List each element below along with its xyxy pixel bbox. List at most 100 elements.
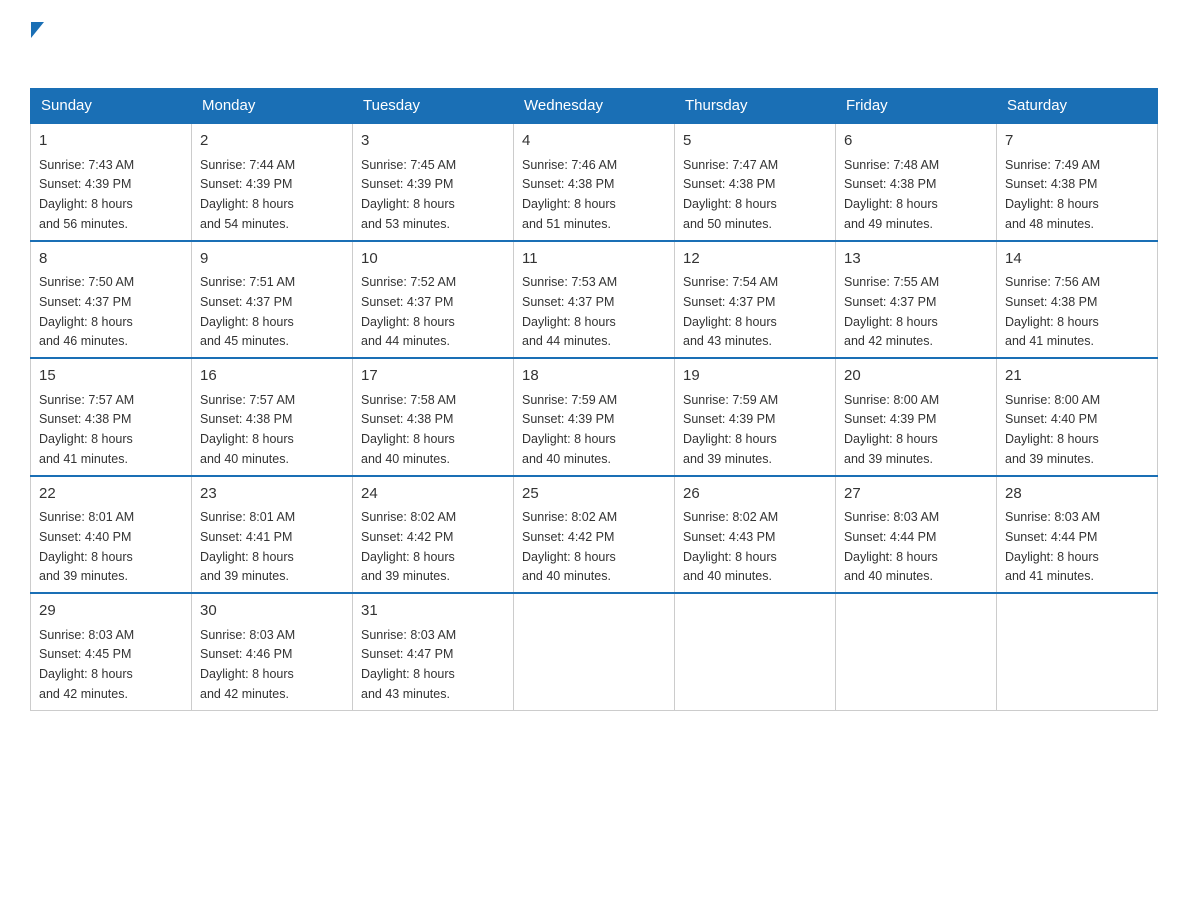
logo-arrow-icon — [31, 22, 44, 38]
calendar-table: SundayMondayTuesdayWednesdayThursdayFrid… — [30, 88, 1158, 711]
day-number: 18 — [522, 365, 666, 388]
calendar-cell: 23 Sunrise: 8:01 AMSunset: 4:41 PMDaylig… — [192, 476, 353, 594]
day-info: Sunrise: 7:58 AMSunset: 4:38 PMDaylight:… — [361, 393, 456, 466]
day-info: Sunrise: 8:03 AMSunset: 4:44 PMDaylight:… — [1005, 510, 1100, 583]
day-info: Sunrise: 7:57 AMSunset: 4:38 PMDaylight:… — [39, 393, 134, 466]
day-info: Sunrise: 8:02 AMSunset: 4:42 PMDaylight:… — [361, 510, 456, 583]
week-row-5: 29 Sunrise: 8:03 AMSunset: 4:45 PMDaylig… — [31, 593, 1158, 710]
calendar-cell: 11 Sunrise: 7:53 AMSunset: 4:37 PMDaylig… — [514, 241, 675, 359]
calendar-cell: 31 Sunrise: 8:03 AMSunset: 4:47 PMDaylig… — [353, 593, 514, 710]
calendar-cell — [997, 593, 1158, 710]
week-row-4: 22 Sunrise: 8:01 AMSunset: 4:40 PMDaylig… — [31, 476, 1158, 594]
day-info: Sunrise: 7:44 AMSunset: 4:39 PMDaylight:… — [200, 158, 295, 231]
day-number: 19 — [683, 365, 827, 388]
day-info: Sunrise: 8:02 AMSunset: 4:42 PMDaylight:… — [522, 510, 617, 583]
day-info: Sunrise: 7:56 AMSunset: 4:38 PMDaylight:… — [1005, 275, 1100, 348]
calendar-body: 1 Sunrise: 7:43 AMSunset: 4:39 PMDayligh… — [31, 123, 1158, 710]
calendar-cell — [836, 593, 997, 710]
day-number: 10 — [361, 248, 505, 271]
calendar-cell: 5 Sunrise: 7:47 AMSunset: 4:38 PMDayligh… — [675, 123, 836, 241]
header-row: SundayMondayTuesdayWednesdayThursdayFrid… — [31, 89, 1158, 124]
day-number: 25 — [522, 483, 666, 506]
calendar-cell: 16 Sunrise: 7:57 AMSunset: 4:38 PMDaylig… — [192, 358, 353, 476]
day-info: Sunrise: 7:50 AMSunset: 4:37 PMDaylight:… — [39, 275, 134, 348]
calendar-cell: 21 Sunrise: 8:00 AMSunset: 4:40 PMDaylig… — [997, 358, 1158, 476]
day-info: Sunrise: 8:01 AMSunset: 4:41 PMDaylight:… — [200, 510, 295, 583]
day-number: 24 — [361, 483, 505, 506]
day-number: 29 — [39, 600, 183, 623]
day-number: 22 — [39, 483, 183, 506]
calendar-cell: 7 Sunrise: 7:49 AMSunset: 4:38 PMDayligh… — [997, 123, 1158, 241]
column-header-wednesday: Wednesday — [514, 89, 675, 124]
calendar-cell: 2 Sunrise: 7:44 AMSunset: 4:39 PMDayligh… — [192, 123, 353, 241]
day-number: 4 — [522, 130, 666, 153]
day-info: Sunrise: 7:51 AMSunset: 4:37 PMDaylight:… — [200, 275, 295, 348]
day-number: 6 — [844, 130, 988, 153]
column-header-saturday: Saturday — [997, 89, 1158, 124]
logo-blue-text — [30, 36, 32, 67]
calendar-cell: 10 Sunrise: 7:52 AMSunset: 4:37 PMDaylig… — [353, 241, 514, 359]
week-row-3: 15 Sunrise: 7:57 AMSunset: 4:38 PMDaylig… — [31, 358, 1158, 476]
column-header-monday: Monday — [192, 89, 353, 124]
calendar-cell: 8 Sunrise: 7:50 AMSunset: 4:37 PMDayligh… — [31, 241, 192, 359]
day-info: Sunrise: 8:02 AMSunset: 4:43 PMDaylight:… — [683, 510, 778, 583]
calendar-cell: 20 Sunrise: 8:00 AMSunset: 4:39 PMDaylig… — [836, 358, 997, 476]
day-info: Sunrise: 7:59 AMSunset: 4:39 PMDaylight:… — [683, 393, 778, 466]
day-info: Sunrise: 7:53 AMSunset: 4:37 PMDaylight:… — [522, 275, 617, 348]
day-number: 27 — [844, 483, 988, 506]
logo — [30, 20, 44, 68]
calendar-cell: 17 Sunrise: 7:58 AMSunset: 4:38 PMDaylig… — [353, 358, 514, 476]
day-info: Sunrise: 8:03 AMSunset: 4:46 PMDaylight:… — [200, 628, 295, 701]
calendar-cell: 4 Sunrise: 7:46 AMSunset: 4:38 PMDayligh… — [514, 123, 675, 241]
day-number: 8 — [39, 248, 183, 271]
day-number: 14 — [1005, 248, 1149, 271]
day-info: Sunrise: 7:57 AMSunset: 4:38 PMDaylight:… — [200, 393, 295, 466]
day-info: Sunrise: 8:01 AMSunset: 4:40 PMDaylight:… — [39, 510, 134, 583]
calendar-cell: 6 Sunrise: 7:48 AMSunset: 4:38 PMDayligh… — [836, 123, 997, 241]
day-info: Sunrise: 8:03 AMSunset: 4:45 PMDaylight:… — [39, 628, 134, 701]
day-info: Sunrise: 8:03 AMSunset: 4:47 PMDaylight:… — [361, 628, 456, 701]
day-number: 9 — [200, 248, 344, 271]
calendar-cell: 28 Sunrise: 8:03 AMSunset: 4:44 PMDaylig… — [997, 476, 1158, 594]
day-info: Sunrise: 7:55 AMSunset: 4:37 PMDaylight:… — [844, 275, 939, 348]
day-number: 1 — [39, 130, 183, 153]
day-number: 16 — [200, 365, 344, 388]
calendar-cell: 24 Sunrise: 8:02 AMSunset: 4:42 PMDaylig… — [353, 476, 514, 594]
column-header-thursday: Thursday — [675, 89, 836, 124]
day-number: 23 — [200, 483, 344, 506]
calendar-cell: 27 Sunrise: 8:03 AMSunset: 4:44 PMDaylig… — [836, 476, 997, 594]
calendar-cell — [675, 593, 836, 710]
day-number: 20 — [844, 365, 988, 388]
page-header — [30, 20, 1158, 68]
day-number: 30 — [200, 600, 344, 623]
calendar-cell: 19 Sunrise: 7:59 AMSunset: 4:39 PMDaylig… — [675, 358, 836, 476]
column-header-sunday: Sunday — [31, 89, 192, 124]
calendar-cell: 15 Sunrise: 7:57 AMSunset: 4:38 PMDaylig… — [31, 358, 192, 476]
calendar-cell — [514, 593, 675, 710]
day-number: 13 — [844, 248, 988, 271]
column-header-friday: Friday — [836, 89, 997, 124]
calendar-cell: 25 Sunrise: 8:02 AMSunset: 4:42 PMDaylig… — [514, 476, 675, 594]
day-info: Sunrise: 7:46 AMSunset: 4:38 PMDaylight:… — [522, 158, 617, 231]
day-info: Sunrise: 8:03 AMSunset: 4:44 PMDaylight:… — [844, 510, 939, 583]
day-number: 28 — [1005, 483, 1149, 506]
calendar-cell: 3 Sunrise: 7:45 AMSunset: 4:39 PMDayligh… — [353, 123, 514, 241]
calendar-cell: 26 Sunrise: 8:02 AMSunset: 4:43 PMDaylig… — [675, 476, 836, 594]
day-info: Sunrise: 7:49 AMSunset: 4:38 PMDaylight:… — [1005, 158, 1100, 231]
week-row-1: 1 Sunrise: 7:43 AMSunset: 4:39 PMDayligh… — [31, 123, 1158, 241]
day-info: Sunrise: 8:00 AMSunset: 4:39 PMDaylight:… — [844, 393, 939, 466]
day-number: 12 — [683, 248, 827, 271]
column-header-tuesday: Tuesday — [353, 89, 514, 124]
day-number: 3 — [361, 130, 505, 153]
day-info: Sunrise: 7:47 AMSunset: 4:38 PMDaylight:… — [683, 158, 778, 231]
day-info: Sunrise: 7:48 AMSunset: 4:38 PMDaylight:… — [844, 158, 939, 231]
calendar-cell: 18 Sunrise: 7:59 AMSunset: 4:39 PMDaylig… — [514, 358, 675, 476]
calendar-cell: 13 Sunrise: 7:55 AMSunset: 4:37 PMDaylig… — [836, 241, 997, 359]
calendar-cell: 9 Sunrise: 7:51 AMSunset: 4:37 PMDayligh… — [192, 241, 353, 359]
day-info: Sunrise: 7:59 AMSunset: 4:39 PMDaylight:… — [522, 393, 617, 466]
calendar-cell: 22 Sunrise: 8:01 AMSunset: 4:40 PMDaylig… — [31, 476, 192, 594]
day-number: 5 — [683, 130, 827, 153]
calendar-cell: 12 Sunrise: 7:54 AMSunset: 4:37 PMDaylig… — [675, 241, 836, 359]
calendar-cell: 30 Sunrise: 8:03 AMSunset: 4:46 PMDaylig… — [192, 593, 353, 710]
calendar-header: SundayMondayTuesdayWednesdayThursdayFrid… — [31, 89, 1158, 124]
